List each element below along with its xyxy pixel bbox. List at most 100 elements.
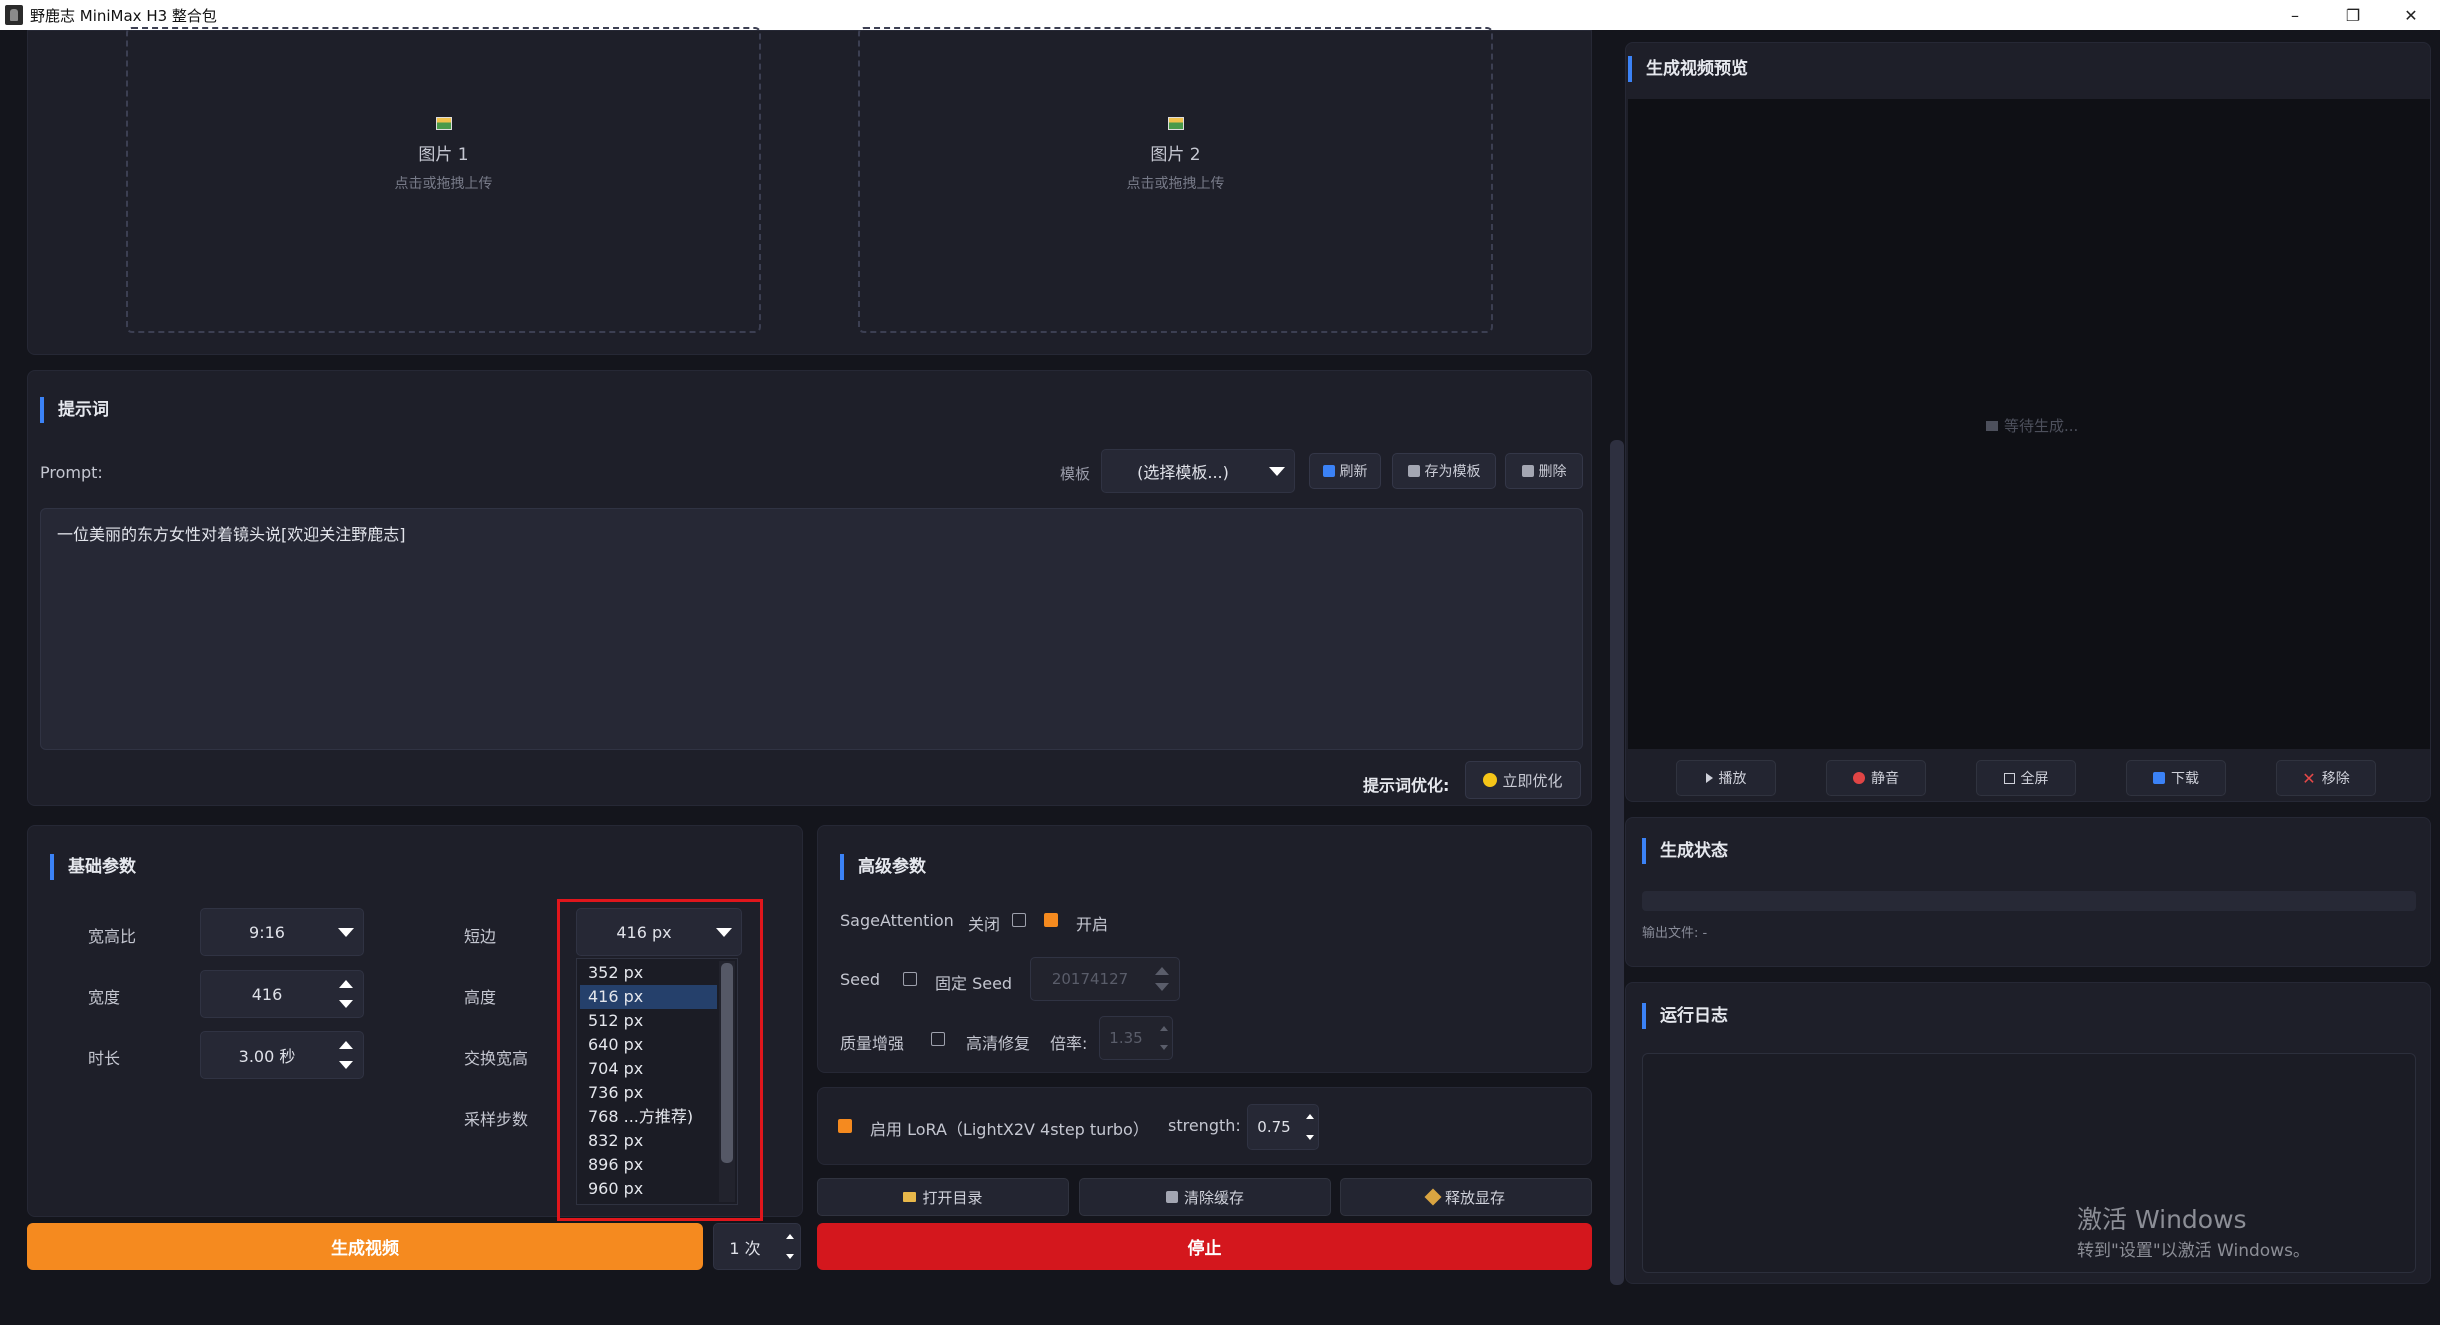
scrollbar-thumb[interactable] <box>721 963 733 1163</box>
mute-label: 静音 <box>1871 771 1899 787</box>
scrollbar-track[interactable] <box>719 961 735 1202</box>
list-item[interactable]: 512 px <box>580 1009 717 1033</box>
spin-down-icon[interactable] <box>786 1254 794 1259</box>
seed-spinbox[interactable]: 20174127 <box>1030 957 1180 1001</box>
play-button[interactable]: 播放 <box>1676 760 1776 796</box>
list-item[interactable]: 736 px <box>580 1081 717 1105</box>
short-edge-dropdown-list: 352 px 416 px 512 px 640 px 704 px 736 p… <box>576 958 738 1205</box>
lora-panel: 启用 LoRA（LightX2V 4step turbo） strength: … <box>817 1087 1592 1165</box>
video-area[interactable]: 等待生成... <box>1628 99 2430 749</box>
spin-up-icon[interactable] <box>1306 1114 1314 1119</box>
spin-up-icon[interactable] <box>1155 967 1169 975</box>
optimize-button[interactable]: 立即优化 <box>1465 761 1581 799</box>
seed-value: 20174127 <box>1051 970 1129 988</box>
trash-icon <box>1521 465 1534 477</box>
spin-up-icon[interactable] <box>339 980 353 988</box>
chevron-down-icon <box>1269 467 1285 476</box>
preview-panel: 生成视频预览 等待生成... 播放 静音 全屏 下载 ✕ 移除 <box>1625 42 2431 802</box>
prompt-label: Prompt: <box>40 463 103 482</box>
spin-down-icon[interactable] <box>1155 983 1169 991</box>
play-label: 播放 <box>1718 771 1747 787</box>
list-item[interactable]: 960 px <box>580 1177 717 1201</box>
spin-up-icon[interactable] <box>786 1234 794 1239</box>
stop-button[interactable]: 停止 <box>817 1223 1592 1270</box>
open-dir-button[interactable]: 打开目录 <box>817 1178 1069 1216</box>
ratio-spinbox[interactable]: 1.35 <box>1099 1016 1173 1060</box>
sage-on-label: 开启 <box>1076 915 1109 934</box>
mute-icon <box>1853 772 1865 784</box>
short-edge-value: 416 px <box>616 922 672 942</box>
close-button[interactable]: ✕ <box>2386 0 2436 30</box>
spin-down-icon[interactable] <box>339 1061 353 1069</box>
duration-spinbox[interactable]: 3.00 秒 <box>200 1031 364 1079</box>
fixed-seed-checkbox[interactable] <box>903 972 917 986</box>
fullscreen-icon <box>2003 772 2015 784</box>
preview-section-title: 生成视频预览 <box>1628 56 1748 82</box>
minimize-button[interactable]: – <box>2270 0 2320 30</box>
clapperboard-icon <box>1986 420 1998 431</box>
strength-spinbox[interactable]: 0.75 <box>1247 1104 1319 1150</box>
list-item[interactable]: 704 px <box>580 1057 717 1081</box>
refresh-button[interactable]: 刷新 <box>1309 453 1381 489</box>
list-item[interactable]: 832 px <box>580 1129 717 1153</box>
main-scrollbar[interactable] <box>1610 440 1624 1285</box>
generate-button[interactable]: 生成视频 <box>27 1223 703 1270</box>
quality-label: 质量增强 <box>840 1034 905 1053</box>
clear-cache-label: 清除缓存 <box>1183 1188 1244 1207</box>
image2-hint: 点击或拖拽上传 <box>1126 176 1225 192</box>
image1-dropzone[interactable]: 图片 1 点击或拖拽上传 <box>126 27 761 333</box>
duration-label: 时长 <box>88 1049 121 1068</box>
image2-dropzone[interactable]: 图片 2 点击或拖拽上传 <box>858 27 1493 333</box>
refresh-label: 刷新 <box>1339 464 1368 480</box>
spin-up-icon[interactable] <box>339 1041 353 1049</box>
aspect-select[interactable]: 9:16 <box>200 908 364 956</box>
template-select[interactable]: (选择模板...) <box>1101 449 1295 493</box>
log-panel: 运行日志 <box>1625 982 2431 1284</box>
remove-button[interactable]: ✕ 移除 <box>2276 760 2376 796</box>
fullscreen-button[interactable]: 全屏 <box>1976 760 2076 796</box>
save-icon <box>1407 465 1420 477</box>
list-item[interactable]: 352 px <box>580 961 717 985</box>
delete-template-button[interactable]: 删除 <box>1505 453 1583 489</box>
image1-hint: 点击或拖拽上传 <box>394 176 493 192</box>
strength-value: 0.75 <box>1257 1118 1291 1136</box>
delete-label: 删除 <box>1538 464 1567 480</box>
restore-button[interactable]: ❐ <box>2328 0 2378 30</box>
prompt-textarea[interactable]: 一位美丽的东方女性对着镜头说[欢迎关注野鹿志] <box>40 508 1583 750</box>
count-spinbox[interactable]: 1 次 <box>713 1223 801 1270</box>
status-panel: 生成状态 输出文件: - <box>1625 817 2431 967</box>
short-edge-select[interactable]: 416 px <box>576 908 742 956</box>
upload-panel: 图片 1 点击或拖拽上传 图片 2 点击或拖拽上传 <box>27 27 1592 355</box>
spin-down-icon[interactable] <box>1160 1045 1168 1050</box>
fixed-seed-label: 固定 Seed <box>935 974 1013 993</box>
sage-on-checkbox[interactable] <box>1044 913 1058 927</box>
image-icon <box>435 117 452 130</box>
list-item[interactable]: 640 px <box>580 1033 717 1057</box>
advanced-section-title: 高级参数 <box>840 854 926 880</box>
list-item[interactable]: 896 px <box>580 1153 717 1177</box>
strength-label: strength: <box>1168 1116 1241 1135</box>
template-label: 模板 <box>1060 465 1091 483</box>
fullscreen-label: 全屏 <box>2020 771 2049 787</box>
basic-section-title: 基础参数 <box>50 854 136 880</box>
width-spinbox[interactable]: 416 <box>200 970 364 1018</box>
list-item[interactable]: 768 ...方推荐) <box>580 1105 717 1129</box>
height-label: 高度 <box>464 988 497 1007</box>
lora-checkbox[interactable] <box>838 1119 852 1133</box>
spin-down-icon[interactable] <box>339 1000 353 1008</box>
ratio-value: 1.35 <box>1109 1029 1143 1047</box>
hd-fix-checkbox[interactable] <box>931 1032 945 1046</box>
spin-up-icon[interactable] <box>1160 1026 1168 1031</box>
free-vram-button[interactable]: 释放显存 <box>1340 1178 1592 1216</box>
mute-button[interactable]: 静音 <box>1826 760 1926 796</box>
play-icon <box>1705 773 1713 783</box>
image1-label: 图片 1 <box>418 145 469 165</box>
save-template-label: 存为模板 <box>1424 464 1481 480</box>
spin-down-icon[interactable] <box>1306 1135 1314 1140</box>
width-label: 宽度 <box>88 988 121 1007</box>
clear-cache-button[interactable]: 清除缓存 <box>1079 1178 1331 1216</box>
list-item-selected[interactable]: 416 px <box>580 985 717 1009</box>
download-button[interactable]: 下载 <box>2126 760 2226 796</box>
save-template-button[interactable]: 存为模板 <box>1392 453 1496 489</box>
sage-off-checkbox[interactable] <box>1012 913 1026 927</box>
